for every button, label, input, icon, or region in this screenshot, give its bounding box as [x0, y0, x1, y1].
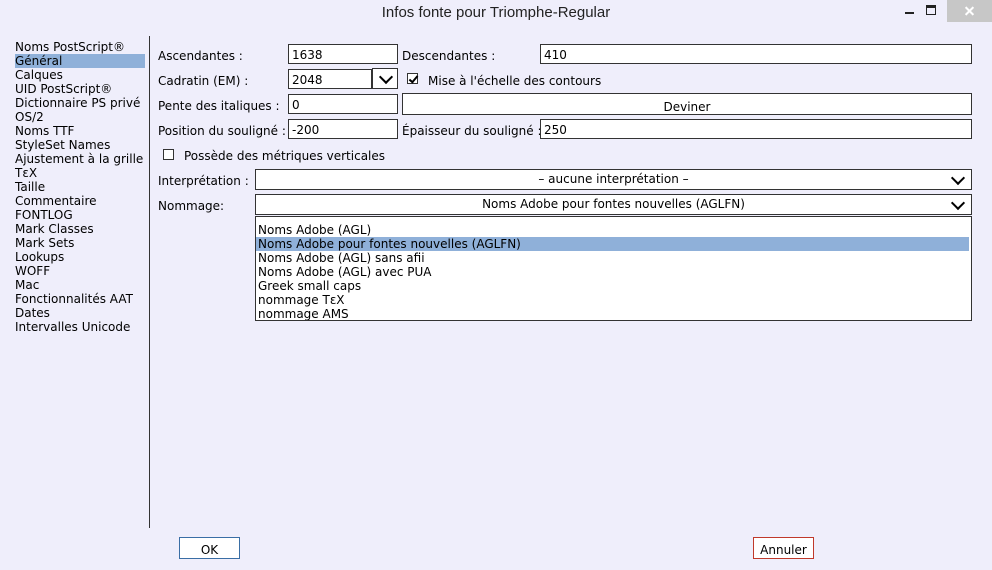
maximize-icon[interactable] — [917, 0, 947, 22]
naming-option-selected[interactable]: Noms Adobe pour fontes nouvelles (AGLFN) — [256, 237, 969, 251]
sidebar-item-intervalles-unicode[interactable]: Intervalles Unicode — [15, 320, 145, 334]
sidebar-item-woff[interactable]: WOFF — [15, 264, 145, 278]
sidebar-item-os2[interactable]: OS/2 — [15, 110, 145, 124]
interpretation-value: – aucune interprétation – — [538, 172, 689, 186]
em-dropdown-button[interactable] — [372, 68, 398, 89]
sidebar-item-uid-postscript[interactable]: UID PostScript® — [15, 82, 145, 96]
italic-field[interactable]: 0 — [288, 94, 398, 114]
sidebar-item-fontlog[interactable]: FONTLOG — [15, 208, 145, 222]
ascent-field[interactable]: 1638 — [288, 44, 398, 64]
sidebar-item-dates[interactable]: Dates — [15, 306, 145, 320]
sidebar-item-ajustement-grille[interactable]: Ajustement à la grille — [15, 152, 145, 166]
chevron-down-icon — [950, 195, 966, 211]
sidebar-item-fonctionnalites-aat[interactable]: Fonctionnalités AAT — [15, 292, 145, 306]
sidebar-item-general[interactable]: Général — [15, 54, 145, 68]
vertical-metrics-checkbox[interactable] — [163, 149, 174, 160]
sidebar-item-noms-postscript[interactable]: Noms PostScript® — [15, 40, 145, 54]
ok-button[interactable]: OK — [179, 537, 240, 559]
descent-field[interactable]: 410 — [540, 44, 972, 64]
sidebar-item-mark-sets[interactable]: Mark Sets — [15, 236, 145, 250]
interpretation-label: Interprétation : — [158, 174, 249, 188]
vertical-metrics-label: Possède des métriques verticales — [184, 149, 386, 163]
naming-dropdown-list[interactable]: Noms Adobe (AGL) Noms Adobe pour fontes … — [255, 216, 972, 321]
sidebar-divider — [149, 36, 150, 528]
scale-checkbox[interactable] — [407, 73, 418, 84]
sidebar-item-noms-ttf[interactable]: Noms TTF — [15, 124, 145, 138]
title-bar: Infos fonte pour Triomphe-Regular — [0, 0, 992, 26]
descent-label: Descendantes : — [402, 49, 496, 63]
cancel-button[interactable]: Annuler — [753, 537, 814, 559]
guess-button[interactable]: Deviner — [402, 93, 972, 115]
naming-option[interactable]: nommage AMS — [256, 307, 971, 320]
sidebar-item-taille[interactable]: Taille — [15, 180, 145, 194]
naming-option[interactable]: Noms Adobe (AGL) — [256, 223, 971, 237]
sidebar-item-mark-classes[interactable]: Mark Classes — [15, 222, 145, 236]
underline-width-label: Épaisseur du souligné : — [402, 124, 542, 138]
window-title: Infos fonte pour Triomphe-Regular — [381, 4, 611, 21]
naming-select[interactable]: Noms Adobe pour fontes nouvelles (AGLFN) — [255, 194, 972, 215]
underline-width-field[interactable]: 250 — [540, 119, 972, 139]
naming-option[interactable]: nommage TεX — [256, 293, 971, 307]
ascent-label: Ascendantes : — [158, 49, 243, 63]
underline-position-label: Position du souligné : — [158, 124, 286, 138]
naming-option[interactable]: Noms Adobe (AGL) avec PUA — [256, 265, 971, 279]
sidebar-item-tex[interactable]: TεX — [15, 166, 145, 180]
naming-value: Noms Adobe pour fontes nouvelles (AGLFN) — [482, 197, 745, 211]
sidebar: Noms PostScript® Général Calques UID Pos… — [15, 40, 145, 334]
chevron-down-icon — [378, 69, 394, 85]
sidebar-item-mac[interactable]: Mac — [15, 278, 145, 292]
em-label: Cadratin (EM) : — [158, 74, 249, 88]
sidebar-item-commentaire[interactable]: Commentaire — [15, 194, 145, 208]
naming-label: Nommage: — [158, 199, 225, 213]
naming-option[interactable]: Greek small caps — [256, 279, 971, 293]
scale-label: Mise à l'échelle des contours — [428, 74, 602, 88]
naming-option[interactable]: Noms Adobe (AGL) sans afii — [256, 251, 971, 265]
sidebar-item-calques[interactable]: Calques — [15, 68, 145, 82]
chevron-down-icon — [950, 170, 966, 186]
underline-position-field[interactable]: -200 — [288, 119, 398, 139]
sidebar-item-dictionnaire-ps[interactable]: Dictionnaire PS privé — [15, 96, 145, 110]
italic-label: Pente des italiques : — [158, 99, 280, 113]
sidebar-item-styleset-names[interactable]: StyleSet Names — [15, 138, 145, 152]
em-field[interactable]: 2048 — [288, 69, 372, 89]
interpretation-select[interactable]: – aucune interprétation – — [255, 169, 972, 190]
close-icon[interactable] — [947, 0, 992, 22]
sidebar-item-lookups[interactable]: Lookups — [15, 250, 145, 264]
